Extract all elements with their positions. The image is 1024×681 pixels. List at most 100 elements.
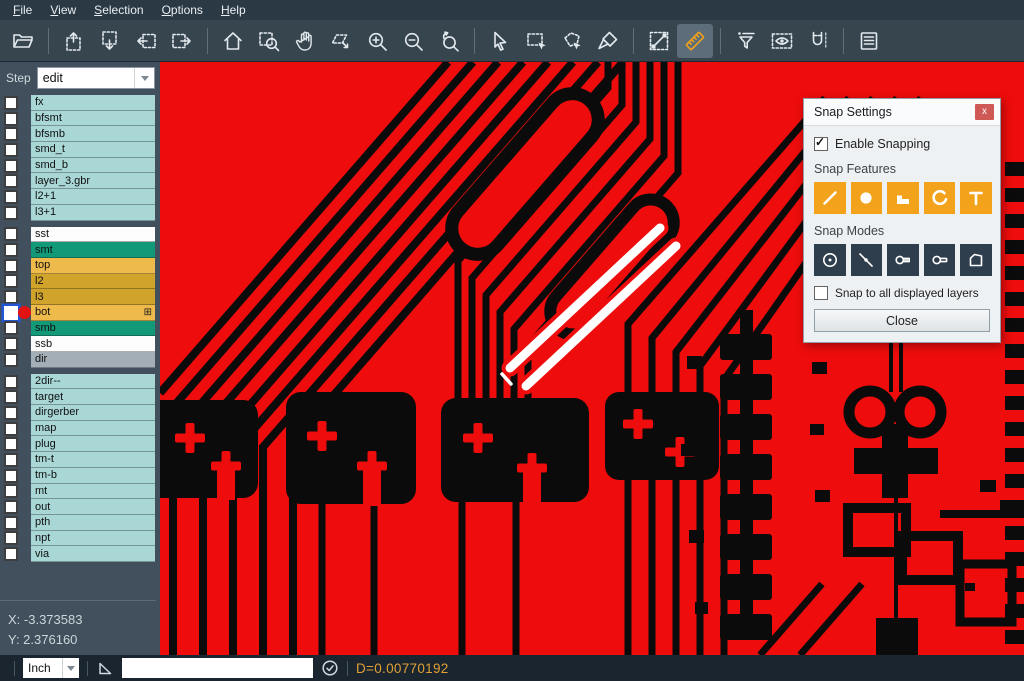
chevron-down-icon[interactable] [62,658,79,678]
layer-visibility-checkbox[interactable] [4,112,18,126]
layer-row-bfsmt[interactable]: bfsmt [0,111,160,127]
layer-label[interactable]: npt [31,531,155,547]
layer-row-smt[interactable]: smt [0,242,160,258]
unit-select[interactable]: Inch [23,658,79,678]
move-up-button[interactable] [56,24,92,58]
layer-visibility-checkbox[interactable] [4,469,18,483]
layer-label[interactable]: map [31,421,155,437]
layer-visibility-checkbox[interactable] [4,321,18,335]
layer-row-l2+1[interactable]: l2+1 [0,189,160,205]
snap-mode-midpoint-button[interactable] [851,244,883,276]
layer-row-npt[interactable]: npt [0,531,160,547]
layer-label[interactable]: bfsmb [31,126,155,142]
layer-visibility-checkbox[interactable] [4,406,18,420]
menu-item-options[interactable]: Options [153,1,212,19]
menu-item-selection[interactable]: Selection [85,1,152,19]
layer-visibility-checkbox[interactable] [4,437,18,451]
select-rectangle-button[interactable] [518,24,554,58]
layer-row-bfsmb[interactable]: bfsmb [0,126,160,142]
layer-visibility-checkbox[interactable] [4,159,18,173]
zoom-selection-button[interactable] [323,24,359,58]
layer-label[interactable]: ssb [31,336,155,352]
layer-label[interactable]: dirgerber [31,405,155,421]
layer-label[interactable]: top [31,258,155,274]
layer-label[interactable]: smd_b [31,158,155,174]
layer-visibility-checkbox[interactable] [4,547,18,561]
layer-visibility-checkbox[interactable] [4,337,18,351]
layer-row-fx[interactable]: fx [0,95,160,111]
layer-label[interactable]: bot⊞ [31,305,155,321]
layer-visibility-checkbox[interactable] [4,96,18,110]
pan-button[interactable] [287,24,323,58]
layer-label[interactable]: tm-t [31,452,155,468]
layer-row-dir[interactable]: dir [0,352,160,368]
layer-row-sst[interactable]: sst [0,227,160,243]
menu-item-file[interactable]: File [4,1,41,19]
layer-visibility-checkbox[interactable] [4,290,18,304]
layer-visibility-checkbox[interactable] [4,516,18,530]
layer-row-plug[interactable]: plug [0,436,160,452]
layer-row-ssb[interactable]: ssb [0,336,160,352]
snap-all-layers-row[interactable]: Snap to all displayed layers [814,286,990,300]
brush-button[interactable] [590,24,626,58]
layer-label[interactable]: l2 [31,274,155,290]
layer-row-pth[interactable]: pth [0,515,160,531]
layer-label[interactable]: plug [31,436,155,452]
layer-label[interactable]: out [31,499,155,515]
layer-row-l3+1[interactable]: l3+1 [0,205,160,221]
layer-row-top[interactable]: top [0,258,160,274]
layer-label[interactable]: l2+1 [31,189,155,205]
layer-row-map[interactable]: map [0,421,160,437]
layer-visibility-checkbox[interactable] [4,274,18,288]
layer-row-2dir--[interactable]: 2dir-- [0,374,160,390]
layer-label[interactable]: bfsmt [31,111,155,127]
layer-label[interactable]: layer_3.gbr [31,173,155,189]
layer-visibility-checkbox[interactable] [4,174,18,188]
layer-row-dirgerber[interactable]: dirgerber [0,405,160,421]
layer-row-tm-b[interactable]: tm-b [0,468,160,484]
layer-row-target[interactable]: target [0,389,160,405]
layer-visibility-checkbox[interactable] [4,243,18,257]
snap-feature-circle-button[interactable] [851,182,883,214]
angle-tool-icon[interactable] [96,659,114,677]
zoom-out-button[interactable] [395,24,431,58]
select-arrow-button[interactable] [482,24,518,58]
layer-label[interactable]: smt [31,242,155,258]
layer-label[interactable]: l3+1 [31,205,155,221]
chevron-down-icon[interactable] [134,68,154,88]
layer-label[interactable]: target [31,389,155,405]
layer-visibility-checkbox[interactable] [4,390,18,404]
layer-visibility-checkbox[interactable] [4,190,18,204]
dialog-close-icon[interactable]: x [975,104,994,120]
layer-label[interactable]: 2dir-- [31,374,155,390]
layer-row-l3[interactable]: l3 [0,289,160,305]
menu-item-help[interactable]: Help [212,1,255,19]
layer-row-bot[interactable]: bot⊞ [0,305,160,321]
layer-row-via[interactable]: via [0,546,160,562]
apply-check-icon[interactable] [321,659,339,677]
snap-mode-contour-button[interactable] [960,244,992,276]
layer-row-mt[interactable]: mt [0,484,160,500]
layer-row-out[interactable]: out [0,499,160,515]
filter-button[interactable] [728,24,764,58]
enable-snapping-checkbox[interactable] [814,137,828,151]
close-button[interactable]: Close [814,309,990,332]
select-polygon-button[interactable] [554,24,590,58]
layer-visibility-checkbox[interactable] [4,353,18,367]
zoom-previous-button[interactable] [431,24,467,58]
grid-icon[interactable]: ⊞ [144,307,152,318]
zoom-in-button[interactable] [359,24,395,58]
layer-visibility-checkbox[interactable] [4,422,18,436]
command-input[interactable] [122,658,313,678]
layer-row-smd_b[interactable]: smd_b [0,158,160,174]
layer-row-l2[interactable]: l2 [0,274,160,290]
layer-label[interactable]: fx [31,95,155,111]
layer-visibility-checkbox[interactable] [4,127,18,141]
step-select[interactable]: edit [37,67,155,89]
snap-all-layers-checkbox[interactable] [814,286,828,300]
snap-feature-surface-button[interactable] [887,182,919,214]
properties-button[interactable] [851,24,887,58]
move-left-button[interactable] [128,24,164,58]
layer-visibility-checkbox[interactable] [4,143,18,157]
snap-mode-pad-entry-outline-button[interactable] [924,244,956,276]
